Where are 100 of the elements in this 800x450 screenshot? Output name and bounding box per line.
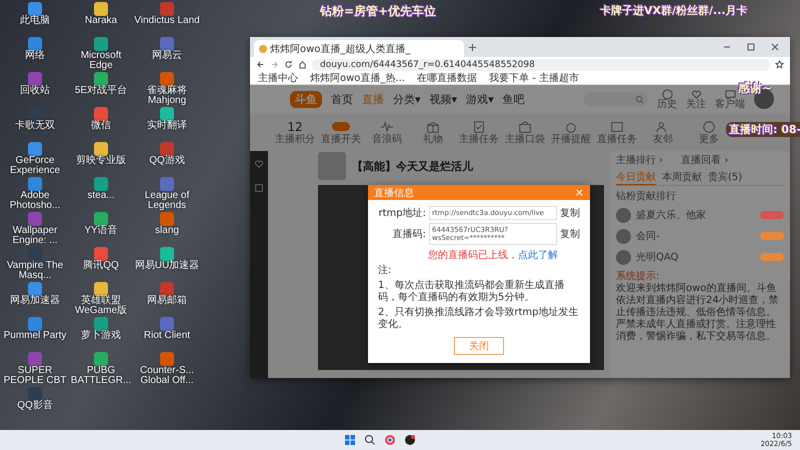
app-icon[interactable] xyxy=(94,2,108,16)
nav-link[interactable]: 分类▾ xyxy=(393,92,421,106)
bag-icon[interactable] xyxy=(518,120,532,134)
desktop-icon-label[interactable]: SUPER PEOPLE CBT xyxy=(2,366,68,386)
desktop-icon-label[interactable]: Vampire The Masq... xyxy=(2,261,68,281)
desktop-icon-label[interactable]: QQ影音 xyxy=(17,401,53,411)
favicon-icon xyxy=(259,44,267,52)
user-avatar xyxy=(616,208,631,222)
app-icon[interactable] xyxy=(28,37,42,51)
desktop-icon-label[interactable]: 此电脑 xyxy=(20,16,50,26)
back-icon[interactable] xyxy=(256,60,265,69)
desktop-icon-label[interactable]: 卡歌无双 xyxy=(15,121,55,131)
header-icon-label: 客户端 xyxy=(715,100,745,110)
browser-tab[interactable]: 炜炜阿owo直播_超级人类直播_ xyxy=(254,40,464,57)
desktop-icon-label[interactable]: PUBG BATTLEGR... xyxy=(68,366,134,386)
desktop-icon-label[interactable]: 网易UU加速器 xyxy=(134,261,200,271)
reload-icon[interactable] xyxy=(284,60,293,69)
header-icon-label: 关注 xyxy=(686,100,706,110)
desktop-icon-label[interactable]: 5E对战平台 xyxy=(74,86,128,96)
panel-tab[interactable]: 贵宾(5) xyxy=(708,170,742,185)
bookmark[interactable]: 主播中心 xyxy=(258,72,298,84)
copy-link[interactable]: 复制 xyxy=(560,227,580,241)
clock-icon[interactable] xyxy=(662,88,672,100)
field-label: rtmp地址: xyxy=(378,206,426,220)
desktop-icon-label[interactable]: slang xyxy=(155,226,179,236)
chat-icon[interactable] xyxy=(724,88,736,100)
notice-label: 系统提示: xyxy=(616,270,660,282)
desktop-icon-label[interactable]: 实时翻译 xyxy=(147,121,187,131)
maximize-icon[interactable] xyxy=(746,42,756,52)
desktop-icon-label[interactable]: Naraka xyxy=(84,16,118,26)
desktop-icon-label[interactable]: 网易云 xyxy=(152,51,182,61)
note-heading: 注: xyxy=(378,265,392,277)
desktop-icon-label[interactable]: Wallpaper Engine: ... xyxy=(2,226,68,246)
address-bar[interactable]: douyu.com/64443567_r=0.6140445548552098 xyxy=(312,58,770,70)
desktop-icon-label[interactable]: 网易邮箱 xyxy=(147,296,187,306)
user-name: 盛夏六乐、他家 xyxy=(636,208,707,222)
bookmark[interactable]: 炜炜阿owo直播_热... xyxy=(310,72,405,84)
desktop-icon-label[interactable]: 雀魂麻将 Mahjong xyxy=(134,86,200,106)
panel-tab[interactable]: 本周贡献 xyxy=(662,170,702,185)
desktop-icon-label[interactable]: QQ游戏 xyxy=(149,156,185,166)
desktop-icon-label[interactable]: 萝卜游戏 xyxy=(81,331,121,341)
search-icon[interactable] xyxy=(364,434,376,446)
nav-link[interactable]: 游戏▾ xyxy=(466,92,494,106)
desktop-icon-label[interactable]: Counter-S... Global Off... xyxy=(134,366,200,386)
desktop-icon-label[interactable]: Adobe Photosho... xyxy=(2,191,68,211)
toggle-icon[interactable] xyxy=(332,122,350,130)
tab-title: 炜炜阿owo直播_超级人类直播_ xyxy=(270,42,410,56)
user-avatar xyxy=(616,228,631,244)
stream-overlay-text: 卡牌子进VX群/粉丝群/...月卡 xyxy=(600,3,748,18)
stream-overlay-text: 感谢~ xyxy=(738,80,772,97)
home-icon[interactable] xyxy=(298,60,307,69)
desktop-icon-label[interactable]: YY语音 xyxy=(84,226,118,236)
browser-icon[interactable] xyxy=(384,434,396,446)
app-icon[interactable] xyxy=(404,434,416,446)
app-icon[interactable] xyxy=(160,37,174,51)
panel-link[interactable]: 直播回看 › xyxy=(681,153,728,167)
new-tab-icon[interactable] xyxy=(468,42,477,52)
desktop-icon-label[interactable]: Riot Client xyxy=(144,331,190,341)
heart-icon[interactable] xyxy=(690,88,702,100)
nav-link[interactable]: 首页 xyxy=(331,92,353,106)
close-icon[interactable] xyxy=(770,42,780,52)
stream-overlay-text: 钻粉=房管+优先车位 xyxy=(320,3,436,20)
desktop-icon-label[interactable]: 网易加速器 xyxy=(10,296,60,306)
bookmark[interactable]: 在哪直播数据 xyxy=(416,72,477,84)
wave-icon[interactable] xyxy=(380,120,394,134)
field-label: 直播码: xyxy=(392,228,426,241)
streamer-avatar xyxy=(318,152,346,180)
ranking-heading: 钻粉贡献排行 xyxy=(616,190,677,203)
copy-link[interactable]: 复制 xyxy=(560,206,580,220)
start-icon[interactable] xyxy=(344,434,356,446)
desktop-icon-label[interactable]: Microsoft Edge xyxy=(68,51,134,71)
desktop-icon-label[interactable]: Vindictus Land xyxy=(134,16,200,26)
gift-icon[interactable] xyxy=(426,120,440,134)
desktop-icon-label[interactable]: Pummel Party xyxy=(4,331,66,341)
task-icon[interactable] xyxy=(472,120,486,134)
desktop-icon-label[interactable]: League of Legends xyxy=(134,191,200,211)
panel-link[interactable]: 主播排行 › xyxy=(616,153,664,167)
desktop-icon-label[interactable]: stea... xyxy=(87,191,115,201)
desktop-icon-label[interactable]: 网络 xyxy=(25,51,45,61)
bookmark[interactable]: 我要下单 - 主播超市 xyxy=(488,72,579,84)
info-link[interactable]: 点此了解 xyxy=(518,248,558,262)
room-title: 【高能】今天又是烂活儿 xyxy=(352,158,473,174)
header-icon-label: 历史 xyxy=(657,100,677,110)
desktop-icon-label[interactable]: 英雄联盟 WeGame版 xyxy=(68,296,134,316)
note-text: 2、只有切换推流线路才会导致rtmp地址发生变化。 xyxy=(378,307,580,331)
square-icon[interactable] xyxy=(254,183,264,193)
warning-text: 您的直播码已上线， xyxy=(428,248,518,262)
desktop-icon-label[interactable]: 腾讯QQ xyxy=(83,261,119,271)
desktop-icon-label[interactable]: 回收站 xyxy=(20,86,50,96)
system-notice: 欢迎来到炜炜阿owo的直播间。斗鱼依法对直播内容进行24小时巡查，禁止传播违法违规、低俗色情等信息。严禁未成年人直播或打赏。注意理性消费，警惕诈骗，私下交易等信息。 xyxy=(616,283,780,343)
desktop-icon-label[interactable]: GeForce Experience xyxy=(2,156,68,176)
star-icon[interactable] xyxy=(775,60,784,69)
dialog-title: 直播信息 xyxy=(374,186,414,200)
forward-icon[interactable] xyxy=(270,60,279,69)
nav-link[interactable]: 鱼吧 xyxy=(502,92,525,106)
search-field[interactable] xyxy=(584,92,648,106)
app-icon[interactable] xyxy=(94,212,108,226)
desktop-icon-label[interactable]: 剪映专业版 xyxy=(76,156,126,166)
nav-link[interactable]: 视频▾ xyxy=(430,92,458,106)
desktop-icon-label[interactable]: 微信 xyxy=(91,121,111,131)
